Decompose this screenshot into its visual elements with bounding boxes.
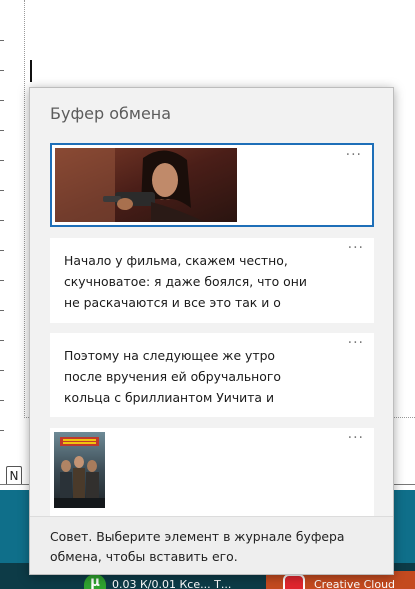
utorrent-icon[interactable]: µ [84,574,106,589]
clipboard-history-panel: Буфер обмена ··· Начало у фильма, скажем… [29,87,394,575]
taskbar-torrent-label[interactable]: 0.03 К/0.01 Ксе... Т... [112,578,262,589]
panel-title: Буфер обмена [50,104,172,123]
clipboard-image-thumbnail [54,432,105,508]
clipboard-image-thumbnail [55,148,237,222]
more-options-icon[interactable]: ··· [348,335,364,351]
more-options-icon[interactable]: ··· [348,240,364,256]
clipboard-item-image[interactable]: ··· [50,428,374,516]
taskbar-creative-cloud-label: Creative Cloud [314,578,396,589]
clipboard-item-text-content: Начало у фильма, скажем честно, скучнова… [64,253,307,310]
page-margin-line [24,0,25,418]
hint-text: Совет. Выберите элемент в журнале буфера… [50,529,345,564]
creative-cloud-icon [283,574,305,589]
clipboard-item-image[interactable]: ··· [50,143,374,227]
text-cursor [30,60,32,82]
clipboard-item-text-content: Поэтому на следующее же утро после вруче… [64,348,281,405]
left-ruler [0,0,4,490]
clipboard-item-text[interactable]: Начало у фильма, скажем честно, скучнова… [50,238,374,323]
more-options-icon[interactable]: ··· [348,430,364,446]
panel-footer: Совет. Выберите элемент в журнале буфера… [30,516,393,574]
sheet-tab[interactable]: N [6,466,22,484]
clipboard-item-text[interactable]: Поэтому на следующее же утро после вруче… [50,333,374,417]
more-options-icon[interactable]: ··· [346,147,362,163]
